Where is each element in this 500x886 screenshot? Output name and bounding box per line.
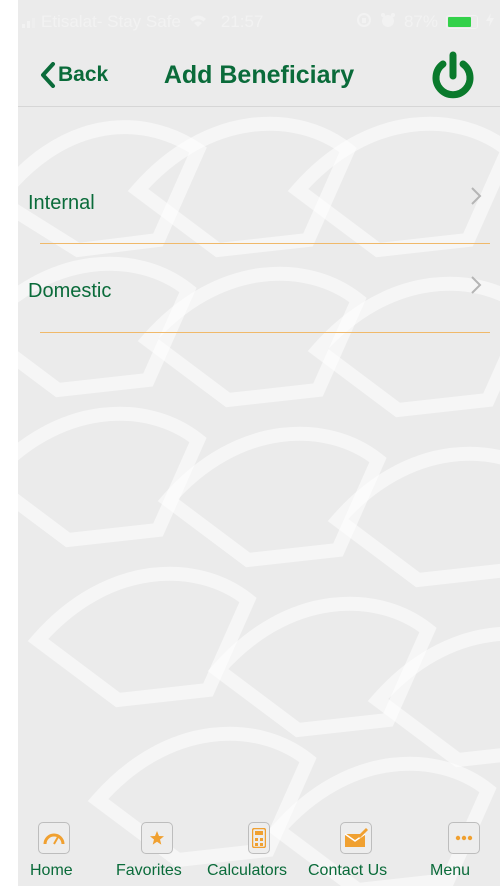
battery-icon [446,15,478,29]
tab-label: Menu [430,862,471,879]
tab-calculators[interactable]: Calculators [206,818,302,886]
chevron-left-icon [41,62,55,88]
tab-home[interactable]: Home [18,818,96,886]
envelope-icon [340,822,372,854]
signal-icon [22,16,35,28]
app-screen: Etisalat- Stay Safe 21:57 87% Back Add B… [18,0,500,886]
calculator-icon [248,822,270,854]
charging-icon [486,12,494,32]
more-dots-icon [448,822,480,854]
tab-favorites[interactable]: Favorites [110,818,196,886]
power-button[interactable] [428,50,478,105]
list-item-label: Domestic [28,280,112,302]
wifi-icon [189,14,207,31]
tab-label: Calculators [207,862,288,879]
tab-label: Contact Us [308,862,388,879]
power-icon [432,51,474,99]
navigation-bar: Back Add Beneficiary [18,44,500,107]
tab-contact-us[interactable]: Contact Us [308,818,400,886]
star-icon [141,822,173,854]
back-label: Back [58,63,109,86]
chevron-right-icon [471,276,482,294]
status-bar: Etisalat- Stay Safe 21:57 87% [18,0,500,44]
row-separator [40,332,490,333]
status-time: 21:57 [220,12,264,31]
tab-menu[interactable]: Menu [418,818,500,886]
status-right: 87% [356,12,494,33]
carrier-name: Etisalat- Stay Safe [41,12,181,31]
tab-label: Favorites [116,862,182,879]
list-item-domestic[interactable]: Domestic [18,195,500,333]
battery-percent: 87% [403,12,438,31]
alarm-icon [380,12,396,33]
tab-label: Home [30,862,73,879]
orientation-lock-icon [356,12,372,33]
tab-bar: Home Favorites Calculators Contact Us Me… [18,818,500,886]
beneficiary-type-list: Internal Domestic [18,106,500,333]
back-button[interactable]: Back [40,62,108,88]
list-item-internal[interactable]: Internal [18,106,500,244]
speedometer-icon [38,822,70,854]
